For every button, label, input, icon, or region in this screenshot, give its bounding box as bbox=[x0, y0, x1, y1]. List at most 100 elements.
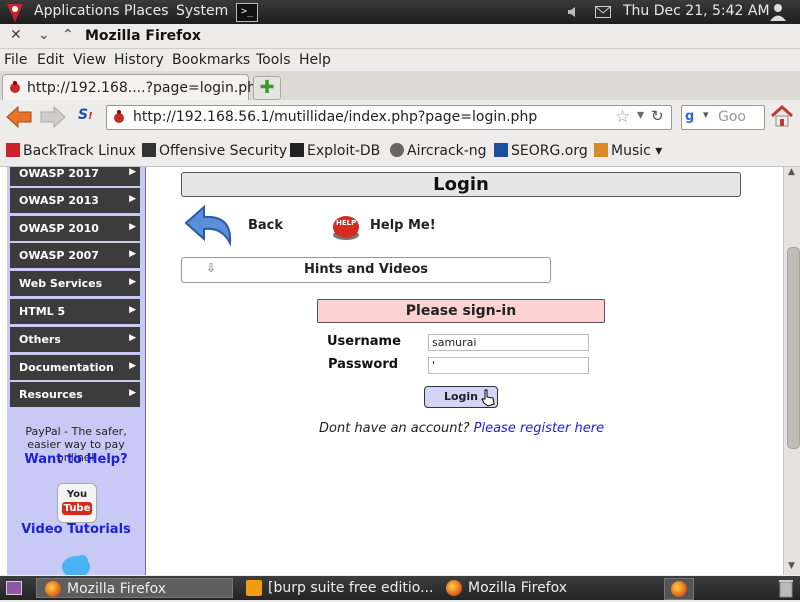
menu-view[interactable]: View bbox=[73, 52, 106, 68]
window-minimize-icon[interactable]: ⌄ bbox=[38, 27, 50, 43]
submenu-arrow-icon: ▶ bbox=[129, 277, 136, 287]
home-icon[interactable] bbox=[770, 104, 794, 128]
taskbar-item-firefox-1[interactable]: Mozilla Firefox bbox=[36, 578, 233, 598]
forward-arrow-icon[interactable] bbox=[40, 105, 66, 129]
sidebar-item-owasp-2007[interactable]: OWASP 2007 ▶ bbox=[10, 243, 140, 268]
menu-help[interactable]: Help bbox=[299, 52, 331, 68]
tab-strip: http://192.168....?page=login.php ✚ bbox=[0, 71, 800, 101]
aircrack-icon bbox=[390, 143, 404, 157]
submenu-arrow-icon: ▶ bbox=[129, 361, 136, 371]
sidebar-item-html5[interactable]: HTML 5 ▶ bbox=[10, 299, 140, 324]
menu-history[interactable]: History bbox=[114, 52, 164, 68]
scrollbar-thumb[interactable] bbox=[787, 247, 800, 449]
scroll-up-icon[interactable]: ▲ bbox=[788, 167, 795, 177]
menu-system[interactable]: System bbox=[176, 3, 228, 19]
submenu-arrow-icon: ▶ bbox=[129, 222, 136, 232]
backtrack-logo-icon[interactable] bbox=[4, 1, 26, 23]
volume-icon[interactable] bbox=[566, 5, 580, 19]
bookmarks-toolbar: BackTrack Linux Offensive Security Explo… bbox=[0, 138, 800, 167]
register-link[interactable]: Please register here bbox=[474, 421, 604, 436]
hints-and-videos-toggle[interactable]: ⇩ Hints and Videos bbox=[181, 257, 551, 283]
no-account-text: Dont have an account? bbox=[319, 421, 470, 436]
site-identity-icon[interactable] bbox=[111, 109, 127, 125]
taskbar-item-burp[interactable]: [burp suite free editio... bbox=[238, 578, 434, 598]
search-engine-dropdown-icon[interactable]: ▾ bbox=[703, 108, 709, 121]
tab-login[interactable]: http://192.168....?page=login.php bbox=[2, 74, 265, 101]
web-content: OWASP 2017 ▶ OWASP 2013 ▶ OWASP 2010 ▶ OWAS… bbox=[0, 167, 783, 575]
sidebar-item-owasp-2013[interactable]: OWASP 2013 ▶ bbox=[10, 188, 140, 213]
youtube-icon[interactable]: You Tube bbox=[57, 483, 97, 523]
menu-applications[interactable]: Applications bbox=[34, 3, 120, 19]
submenu-arrow-icon: ▶ bbox=[129, 305, 136, 315]
hand-cursor-icon bbox=[480, 389, 496, 407]
submenu-arrow-icon: ▶ bbox=[129, 333, 136, 343]
burp-icon bbox=[246, 580, 262, 596]
sidebar-item-web-services[interactable]: Web Services ▶ bbox=[10, 271, 140, 296]
submenu-arrow-icon: ▶ bbox=[129, 249, 136, 259]
navigation-toolbar: S! http://192.168.56.1/mutillidae/index.… bbox=[0, 100, 800, 136]
workspace-firefox-icon[interactable] bbox=[664, 578, 694, 600]
firefox-icon bbox=[671, 581, 687, 597]
twitter-bird-icon[interactable] bbox=[59, 551, 93, 575]
url-text[interactable]: http://192.168.56.1/mutillidae/index.php… bbox=[133, 109, 537, 125]
bookmark-aircrack[interactable]: Aircrack-ng bbox=[390, 143, 487, 159]
bookmark-music-folder[interactable]: Music ▾ bbox=[594, 143, 662, 159]
user-icon[interactable] bbox=[768, 2, 788, 22]
back-arrow-icon[interactable] bbox=[6, 105, 32, 129]
bookmark-exploit-db[interactable]: Exploit-DB bbox=[290, 143, 380, 159]
window-close-icon[interactable]: ✕ bbox=[10, 27, 22, 43]
menu-edit[interactable]: Edit bbox=[37, 52, 64, 68]
reload-icon[interactable]: ↻ bbox=[651, 107, 664, 125]
signin-title: Please sign-in bbox=[317, 299, 605, 323]
url-bar[interactable]: http://192.168.56.1/mutillidae/index.php… bbox=[106, 105, 672, 130]
menu-file[interactable]: File bbox=[4, 52, 27, 68]
terminal-icon[interactable]: >_ bbox=[236, 3, 258, 22]
taskbar-item-firefox-2[interactable]: Mozilla Firefox bbox=[438, 578, 634, 598]
top-panel: Applications Places System >_ Thu Dec 21… bbox=[0, 0, 800, 24]
mutillidae-favicon-icon bbox=[8, 80, 22, 94]
password-input[interactable]: ' bbox=[428, 357, 589, 374]
sidebar-item-resources[interactable]: Resources ▶ bbox=[10, 382, 140, 407]
stumbleupon-icon[interactable]: S! bbox=[78, 107, 98, 127]
sidebar-item-documentation[interactable]: Documentation ▶ bbox=[10, 355, 140, 380]
window-maximize-icon[interactable]: ⌃ bbox=[62, 27, 74, 43]
dropdown-arrow-icon[interactable]: ▾ bbox=[637, 107, 644, 123]
offsec-icon bbox=[142, 143, 156, 157]
mail-icon[interactable] bbox=[595, 6, 611, 18]
username-input[interactable]: samurai bbox=[428, 334, 589, 351]
firefox-icon bbox=[45, 581, 61, 597]
bookmark-backtrack[interactable]: BackTrack Linux bbox=[6, 143, 136, 159]
submenu-arrow-icon: ▶ bbox=[129, 167, 136, 177]
sidebar-item-others[interactable]: Others ▶ bbox=[10, 327, 140, 352]
new-tab-button[interactable]: ✚ bbox=[253, 76, 281, 100]
login-button-label: Login bbox=[443, 390, 479, 403]
menu-places[interactable]: Places bbox=[124, 3, 169, 19]
sidebar-item-owasp-2010[interactable]: OWASP 2010 ▶ bbox=[10, 216, 140, 241]
bookmark-offensive-security[interactable]: Offensive Security bbox=[142, 143, 287, 159]
help-button[interactable]: HELP Help Me! bbox=[330, 207, 440, 245]
show-desktop-icon[interactable] bbox=[6, 581, 22, 595]
firefox-icon bbox=[446, 580, 462, 596]
help-badge-text: HELP bbox=[336, 219, 357, 227]
menu-bookmarks[interactable]: Bookmarks bbox=[172, 52, 250, 68]
clock[interactable]: Thu Dec 21, 5:42 AM bbox=[623, 3, 770, 19]
page-title: Login bbox=[181, 172, 741, 197]
vertical-scrollbar[interactable]: ▲ ▼ bbox=[783, 167, 800, 575]
search-input[interactable]: Goo bbox=[718, 109, 746, 125]
bookmark-seorg[interactable]: SEORG.org bbox=[494, 143, 588, 159]
search-bar[interactable]: g ▾ Goo bbox=[681, 105, 765, 130]
back-button[interactable]: Back bbox=[184, 203, 294, 249]
submenu-arrow-icon: ▶ bbox=[129, 388, 136, 398]
google-icon[interactable]: g bbox=[685, 109, 701, 125]
trash-icon[interactable] bbox=[778, 578, 794, 598]
bookmark-star-icon[interactable]: ☆ bbox=[615, 107, 630, 127]
menu-tools[interactable]: Tools bbox=[256, 52, 291, 68]
scroll-down-icon[interactable]: ▼ bbox=[788, 561, 795, 571]
backtrack-icon bbox=[6, 143, 20, 157]
menubar: File Edit View History Bookmarks Tools H… bbox=[0, 49, 800, 71]
sidebar-item-owasp-2017[interactable]: OWASP 2017 ▶ bbox=[10, 167, 140, 186]
video-tutorials-link[interactable]: Video Tutorials bbox=[10, 522, 142, 537]
tab-label: http://192.168....?page=login.php bbox=[27, 80, 265, 96]
help-label: Help Me! bbox=[370, 218, 436, 233]
want-to-help-link[interactable]: Want to Help? bbox=[10, 452, 142, 467]
